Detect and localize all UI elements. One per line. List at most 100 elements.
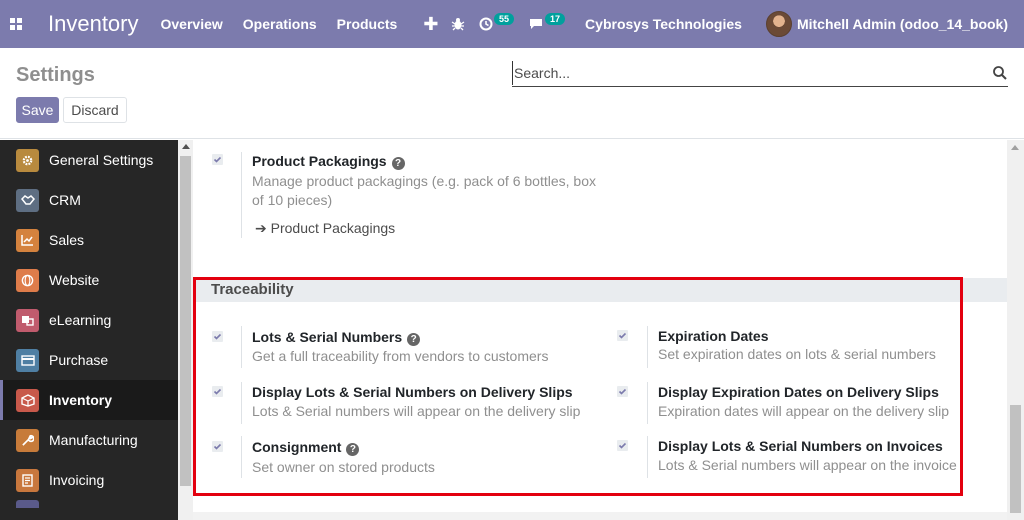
setting-description: Lots & Serial numbers will appear on the… xyxy=(252,403,581,419)
plus-icon[interactable]: ✚ xyxy=(423,14,438,35)
search-bar xyxy=(512,61,1008,87)
sidebar-scrollbar[interactable] xyxy=(178,140,193,520)
sidebar-item-label: Purchase xyxy=(49,352,109,368)
link-label: Product Packagings xyxy=(270,220,396,236)
activity-clock-icon[interactable]: 55 xyxy=(479,13,515,31)
sidebar-item-crm[interactable]: CRM xyxy=(0,180,178,220)
expiration-delivery-slips-checkbox[interactable] xyxy=(617,386,628,397)
menu-products[interactable]: Products xyxy=(337,16,398,32)
sidebar-item-label: eLearning xyxy=(49,312,112,328)
card-icon xyxy=(16,348,39,372)
arrow-right-icon: ➔ xyxy=(255,220,267,236)
content-scrollbar[interactable] xyxy=(1007,140,1024,520)
setting-description: Get a full traceability from vendors to … xyxy=(252,348,549,364)
setting-title: Display Lots & Serial Numbers on Invoice… xyxy=(658,438,943,454)
setting-divider xyxy=(647,382,648,424)
sidebar-item-general-settings[interactable]: General Settings xyxy=(0,140,178,180)
setting-description: Set owner on stored products xyxy=(252,459,435,475)
sidebar-item-label: Inventory xyxy=(49,392,113,408)
apps-menu-icon[interactable] xyxy=(0,0,32,48)
box-icon xyxy=(16,388,39,412)
setting-description: Set expiration dates on lots & serial nu… xyxy=(658,346,936,362)
help-icon[interactable]: ? xyxy=(346,443,360,456)
setting-title: Consignment? xyxy=(252,439,360,456)
sidebar-item-invoicing[interactable]: Invoicing xyxy=(0,460,178,500)
gear-icon xyxy=(16,148,39,172)
bug-icon[interactable] xyxy=(451,17,465,31)
sidebar-item-sales[interactable]: Sales xyxy=(0,220,178,260)
setting-title-text: Product Packagings xyxy=(252,153,387,169)
setting-divider xyxy=(241,382,242,424)
section-header-traceability: Traceability xyxy=(193,278,1007,302)
scrollbar-thumb[interactable] xyxy=(180,156,191,486)
top-navbar: Inventory Overview Operations Products ✚… xyxy=(0,0,1024,48)
sidebar-item-label: General Settings xyxy=(49,152,154,168)
setting-description: Lots & Serial numbers will appear on the… xyxy=(658,457,957,473)
scroll-up-arrow-icon[interactable] xyxy=(1011,145,1019,150)
setting-product-packagings: Product Packagings? Manage product packa… xyxy=(193,140,1007,278)
chart-icon xyxy=(16,228,39,252)
section-title: Traceability xyxy=(211,281,294,298)
sidebar-item-purchase[interactable]: Purchase xyxy=(0,340,178,380)
setting-title: Lots & Serial Numbers? xyxy=(252,329,421,346)
setting-title: Expiration Dates xyxy=(658,328,769,344)
setting-divider xyxy=(241,326,242,368)
lots-serial-checkbox[interactable] xyxy=(212,331,223,342)
scrollbar-thumb[interactable] xyxy=(1010,405,1021,513)
setting-title-text: Lots & Serial Numbers xyxy=(252,329,403,345)
activity-count-badge: 55 xyxy=(494,13,515,25)
scroll-up-arrow-icon[interactable] xyxy=(182,144,190,149)
handshake-icon xyxy=(16,188,39,212)
chat-icon[interactable]: 17 xyxy=(528,13,566,31)
page-title: Settings xyxy=(16,64,95,86)
setting-description: of 10 pieces) xyxy=(252,192,333,208)
lots-delivery-slips-checkbox[interactable] xyxy=(212,386,223,397)
setting-divider xyxy=(241,152,242,238)
invoice-icon xyxy=(16,468,39,492)
settings-content: Product Packagings? Manage product packa… xyxy=(193,140,1007,520)
menu-overview[interactable]: Overview xyxy=(161,16,223,32)
setting-title: Display Lots & Serial Numbers on Deliver… xyxy=(252,384,573,400)
discard-button[interactable]: Discard xyxy=(63,97,127,123)
expiration-dates-checkbox[interactable] xyxy=(617,330,628,341)
setting-description: Manage product packagings (e.g. pack of … xyxy=(252,173,596,189)
company-switcher[interactable]: Cybrosys Technologies xyxy=(585,16,742,32)
help-icon[interactable]: ? xyxy=(391,157,405,170)
sidebar-item-website[interactable]: Website xyxy=(0,260,178,300)
control-panel: Settings Save Discard xyxy=(0,48,1024,139)
sidebar-item-manufacturing[interactable]: Manufacturing xyxy=(0,420,178,460)
elearning-icon xyxy=(16,308,39,332)
search-icon[interactable] xyxy=(992,65,1008,81)
sidebar-item-label: Website xyxy=(49,272,100,288)
sidebar-item-label: CRM xyxy=(49,192,81,208)
save-button[interactable]: Save xyxy=(16,97,59,123)
packaging-checkbox[interactable] xyxy=(212,154,223,165)
product-packagings-link[interactable]: ➔ Product Packagings xyxy=(255,220,395,237)
sidebar-item-inventory[interactable]: Inventory xyxy=(0,380,178,420)
settings-sidebar: General Settings CRM Sales Website eLear… xyxy=(0,140,178,520)
setting-title-text: Consignment xyxy=(252,439,342,455)
app-brand[interactable]: Inventory xyxy=(48,11,139,37)
wrench-icon xyxy=(16,428,39,452)
search-input[interactable] xyxy=(512,61,982,85)
sidebar-item-label: Sales xyxy=(49,232,85,248)
user-menu[interactable]: Mitchell Admin (odoo_14_book) xyxy=(797,16,1008,32)
sidebar-item-partial xyxy=(16,500,39,508)
message-count-badge: 17 xyxy=(545,13,566,25)
sidebar-item-label: Invoicing xyxy=(49,472,105,488)
globe-icon xyxy=(16,268,39,292)
help-icon[interactable]: ? xyxy=(407,333,421,346)
setting-divider xyxy=(241,436,242,478)
user-avatar[interactable] xyxy=(765,11,792,37)
sidebar-item-label: Manufacturing xyxy=(49,432,138,448)
content-footer-strip xyxy=(193,512,1007,520)
setting-divider xyxy=(647,436,648,478)
consignment-checkbox[interactable] xyxy=(212,441,223,452)
sidebar-item-elearning[interactable]: eLearning xyxy=(0,300,178,340)
setting-description: Expiration dates will appear on the deli… xyxy=(658,403,950,419)
menu-operations[interactable]: Operations xyxy=(243,16,317,32)
setting-title: Product Packagings? xyxy=(252,153,405,170)
setting-title: Display Expiration Dates on Delivery Sli… xyxy=(658,384,939,400)
lots-invoices-checkbox[interactable] xyxy=(617,440,628,451)
setting-divider xyxy=(647,326,648,368)
